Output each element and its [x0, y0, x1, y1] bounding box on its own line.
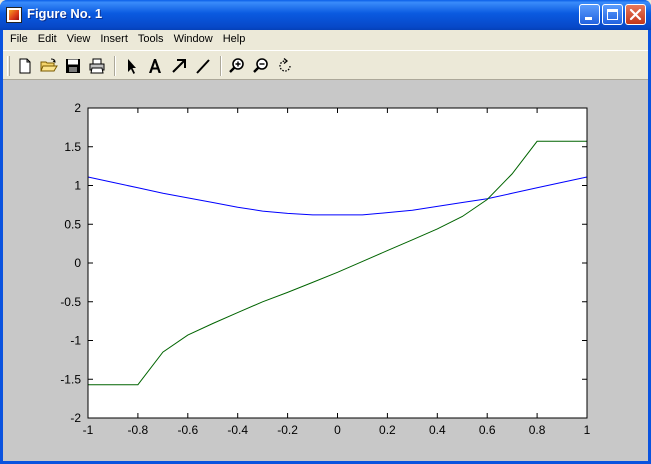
floppy-disk-icon [66, 59, 80, 73]
insert-arrow-button[interactable] [169, 56, 189, 76]
y-tick-label: 1 [74, 179, 81, 193]
figure-canvas: -1 -0.8 -0.6 -0.4 -0.2 0 0.2 0.4 0.6 0.8 1 2 1.5 1 0.5… [3, 80, 648, 461]
y-tick-label: -1.5 [60, 372, 81, 386]
close-icon [629, 8, 642, 21]
title-bar[interactable]: Figure No. 1 [0, 0, 651, 30]
menu-view[interactable]: View [62, 30, 96, 49]
toolbar-separator [114, 56, 116, 76]
insert-text-button[interactable] [145, 56, 165, 76]
y-tick-label: 0.5 [64, 217, 81, 231]
y-tick-label: 1.5 [64, 140, 81, 154]
new-document-icon [19, 58, 31, 74]
x-tick-label: 0.4 [429, 423, 446, 437]
text-a-icon [149, 59, 161, 73]
menu-bar: File Edit View Insert Tools Window Help [3, 30, 648, 49]
edit-plot-button[interactable] [121, 56, 141, 76]
zoom-in-button[interactable] [227, 56, 247, 76]
figure-toolbar [3, 50, 648, 80]
x-tick-label: 0.6 [479, 423, 496, 437]
x-tick-label: -0.8 [128, 423, 149, 437]
maximize-icon [607, 9, 618, 20]
rotate-3d-button[interactable] [275, 56, 295, 76]
open-folder-icon [40, 58, 58, 72]
y-tick-label: -0.5 [60, 295, 81, 309]
close-button[interactable] [625, 4, 646, 25]
menu-window[interactable]: Window [169, 30, 218, 49]
line-plot[interactable]: -1 -0.8 -0.6 -0.4 -0.2 0 0.2 0.4 0.6 0.8 1 2 1.5 1 0.5… [3, 80, 648, 461]
pointer-arrow-icon [128, 59, 136, 74]
y-tick-label: 0 [74, 256, 81, 270]
y-tick-label: -2 [70, 411, 81, 425]
line-icon [196, 59, 210, 74]
x-tick-label: -1 [83, 423, 94, 437]
new-figure-button[interactable] [15, 56, 35, 76]
maximize-button[interactable] [602, 4, 623, 25]
x-tick-label: 1 [584, 423, 591, 437]
window-title: Figure No. 1 [27, 6, 103, 21]
rotate-icon [279, 58, 291, 72]
print-button[interactable] [87, 56, 107, 76]
minimize-button[interactable] [579, 4, 600, 25]
arrow-icon [172, 59, 186, 73]
zoom-in-icon [229, 58, 244, 73]
x-tick-label: -0.6 [177, 423, 198, 437]
zoom-out-button[interactable] [251, 56, 271, 76]
axes-background[interactable] [88, 108, 587, 418]
x-tick-label: 0.8 [529, 423, 546, 437]
y-tick-label: 2 [74, 101, 81, 115]
toolbar-grip[interactable] [7, 56, 10, 76]
matlab-icon[interactable] [6, 7, 22, 23]
save-button[interactable] [63, 56, 83, 76]
menu-edit[interactable]: Edit [33, 30, 62, 49]
menu-tools[interactable]: Tools [133, 30, 169, 49]
insert-line-button[interactable] [193, 56, 213, 76]
x-tick-label: -0.2 [277, 423, 298, 437]
minimize-icon [585, 17, 592, 20]
y-tick-label: -1 [70, 334, 81, 348]
menu-help[interactable]: Help [218, 30, 251, 49]
x-tick-label: 0.2 [379, 423, 396, 437]
toolbar-separator [220, 56, 222, 76]
window-controls [579, 4, 646, 25]
open-file-button[interactable] [39, 56, 59, 76]
zoom-out-icon [253, 58, 268, 73]
figure-window: Figure No. 1 File Edit View Insert Tools… [0, 0, 651, 464]
printer-icon [89, 58, 105, 74]
menu-file[interactable]: File [3, 30, 33, 49]
menu-insert[interactable]: Insert [95, 30, 133, 49]
x-tick-label: 0 [334, 423, 341, 437]
x-tick-label: -0.4 [227, 423, 248, 437]
